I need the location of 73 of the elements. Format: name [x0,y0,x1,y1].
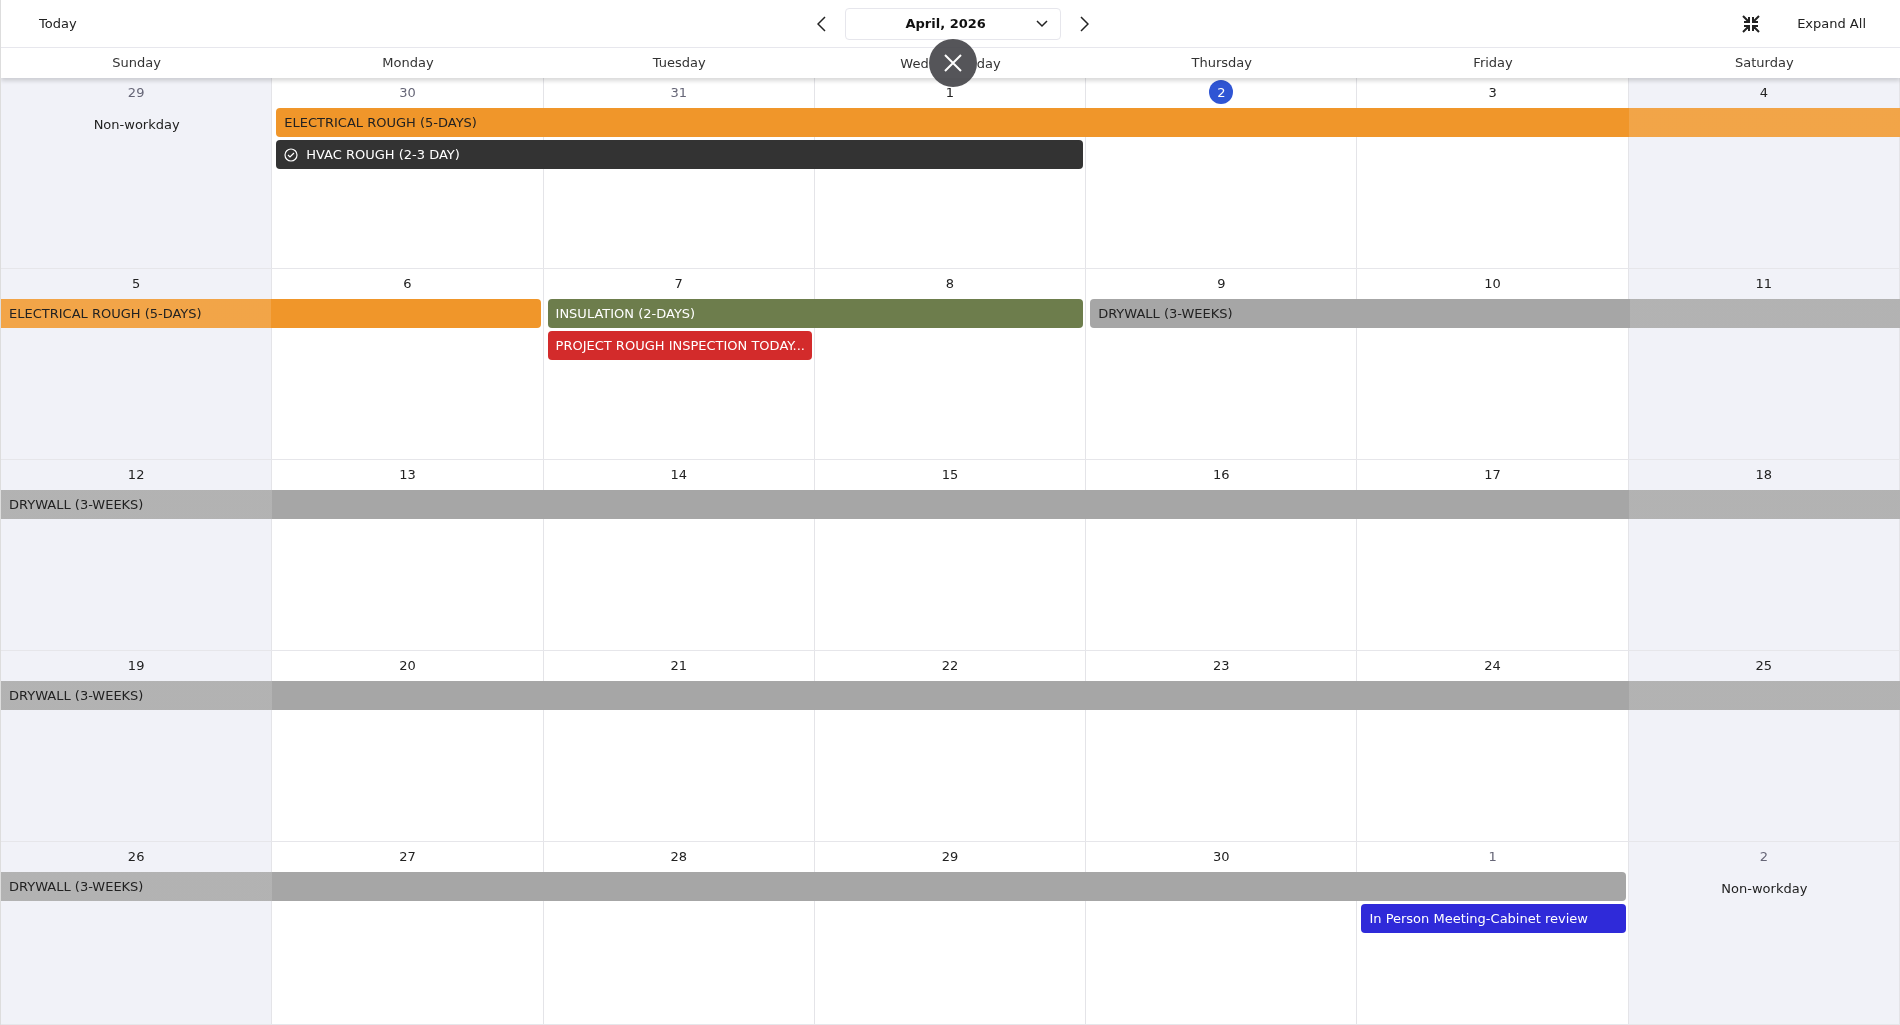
day-number: 8 [944,274,956,293]
day-number: 7 [673,274,684,293]
day-number: 19 [126,656,146,675]
event-label: DRYWALL (3-WEEKS) [9,879,144,894]
day-number: 10 [1483,274,1502,293]
event-label: DRYWALL (3-WEEKS) [1098,306,1233,321]
day-number: 20 [398,656,417,675]
day-number: 23 [1212,656,1231,675]
expand-all-button[interactable]: Expand All [1787,10,1876,37]
day-number: 3 [1487,83,1498,102]
month-dropdown[interactable]: April, 2026 [844,7,1061,40]
today-button[interactable]: Today [29,10,87,37]
day-number: 21 [669,656,688,675]
event-bar[interactable]: DRYWALL (3-WEEKS) [1,490,1900,519]
close-button[interactable] [928,39,977,87]
day-number: 13 [398,465,417,484]
chevron-right-icon [1078,15,1089,32]
weekday-header: Sunday [111,54,162,72]
day-number: 2 [1758,847,1769,866]
day-number: 1 [1487,847,1498,866]
event-bar[interactable]: ELECTRICAL ROUGH (5-DAYS) [1,299,541,328]
event-label: In Person Meeting-Cabinet review [1369,911,1588,926]
today-date: 2 [1209,80,1234,104]
chevron-left-icon [816,15,827,32]
day-number: 24 [1483,656,1502,675]
non-workday-label: Non-workday [93,116,180,132]
event-label: ELECTRICAL ROUGH (5-DAYS) [9,306,202,321]
non-workday-label: Non-workday [1721,880,1808,896]
weekday-header: Friday [1472,54,1514,72]
day-number: 18 [1754,465,1774,484]
weekday-header: Saturday [1734,54,1795,72]
weekday-header: Thursday [1190,54,1253,72]
day-number: 27 [398,847,417,866]
event-bar[interactable]: INSULATION (2-DAYS) [547,299,1084,328]
event-bar[interactable]: DRYWALL (3-WEEKS) [1090,299,1900,328]
day-number: 30 [1212,847,1231,866]
day-number: 17 [1483,465,1502,484]
weekday-header: Monday [381,54,435,72]
weekday-header: Wed [900,55,929,71]
event-bar[interactable]: DRYWALL (3-WEEKS) [1,872,1626,901]
day-number: 15 [940,465,960,484]
event-bar[interactable]: HVAC ROUGH (2-3 DAY) [276,140,1084,169]
day-number: 5 [131,274,142,293]
close-icon [942,53,963,73]
day-number: 4 [1758,83,1769,102]
day-number: 14 [669,465,688,484]
day-number: 22 [940,656,960,675]
day-number: 28 [669,847,688,866]
event-label: DRYWALL (3-WEEKS) [9,497,144,512]
day-number: 29 [126,83,146,102]
event-label: ELECTRICAL ROUGH (5-DAYS) [284,115,477,130]
day-number: 29 [940,847,960,866]
event-bar[interactable]: DRYWALL (3-WEEKS) [1,681,1900,710]
event-label: INSULATION (2-DAYS) [555,306,696,321]
day-number: 6 [402,274,413,293]
event-label: HVAC ROUGH (2-3 DAY) [306,147,460,162]
event-label: DRYWALL (3-WEEKS) [9,688,144,703]
day-number: 1 [944,83,956,102]
day-number: 25 [1754,656,1774,675]
day-number: 16 [1212,465,1231,484]
event-bar[interactable]: ELECTRICAL ROUGH (5-DAYS) [276,108,1900,137]
weekday-header: Tuesday [651,54,707,72]
weekday-header: day [976,55,1001,71]
day-number: 9 [1216,274,1227,293]
day-number: 30 [398,83,417,102]
event-bar[interactable]: PROJECT ROUGH INSPECTION TODAY... [547,331,812,360]
event-label: PROJECT ROUGH INSPECTION TODAY... [555,338,805,353]
day-number: 26 [126,847,146,866]
chevron-down-icon [1035,19,1048,28]
event-bar[interactable]: In Person Meeting-Cabinet review [1361,904,1626,933]
day-number: 12 [126,465,146,484]
day-number: 11 [1754,274,1774,293]
day-number: 31 [669,83,688,102]
